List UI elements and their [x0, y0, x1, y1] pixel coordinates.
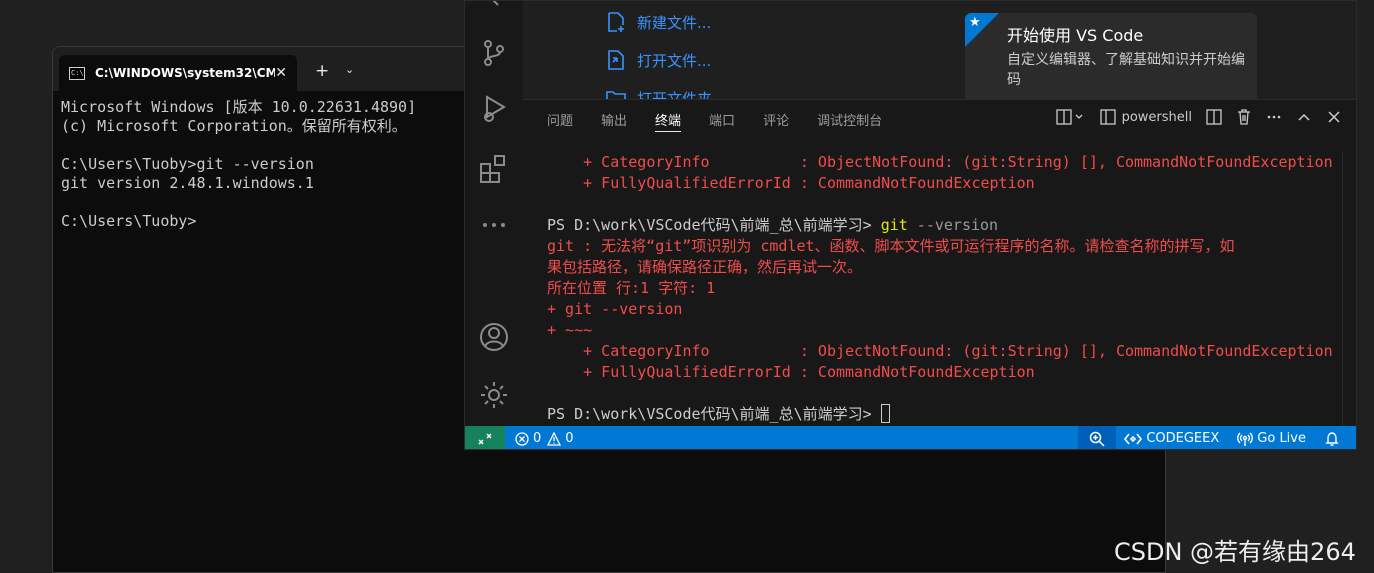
broadcast-icon [1237, 432, 1254, 446]
tab-output[interactable]: 输出 [601, 110, 627, 132]
prompt-path: PS D:\work\VSCode代码\前端_总\前端学习> [547, 405, 881, 423]
cmd-tab[interactable]: C:\ C:\WINDOWS\system32\CMD ✕ [59, 55, 297, 91]
panel-tabs: 问题 输出 终端 端口 评论 调试控制台 [547, 110, 910, 132]
go-live-button[interactable]: Go Live [1237, 431, 1306, 447]
terminal-line: + CategoryInfo : ObjectNotFound: (git:St… [547, 342, 1333, 360]
ellipsis-icon [1267, 115, 1281, 119]
codegeex-button[interactable]: CODEGEEX [1124, 431, 1219, 446]
terminal-cursor [880, 404, 890, 423]
split-layout-icon [1055, 109, 1083, 125]
command-args: --version [907, 216, 999, 234]
prompt-path: PS D:\work\VSCode代码\前端_总\前端学习> [547, 216, 881, 234]
split-terminal-button[interactable] [1206, 109, 1222, 125]
more-actions-button[interactable] [1266, 109, 1282, 125]
vscode-window: 新建文件... 打开文件... 打开文件夹... ★ 开始使用 VS Code … [464, 0, 1357, 450]
zoom-icon [1090, 431, 1105, 447]
chevron-down-icon[interactable]: ⌄ [345, 63, 354, 76]
terminal-prompt-line: PS D:\work\VSCode代码\前端_总\前端学习> [547, 404, 1333, 425]
codegeex-label: CODEGEEX [1146, 431, 1220, 446]
tab-debug-console[interactable]: 调试控制台 [817, 110, 882, 132]
new-file-label: 新建文件... [637, 13, 712, 32]
codegeex-icon [1124, 433, 1143, 444]
status-bar-right: CODEGEEX Go Live [1078, 426, 1356, 449]
go-live-label: Go Live [1257, 431, 1306, 446]
run-debug-icon[interactable] [478, 93, 510, 125]
problems-status[interactable]: 0 0 [515, 431, 574, 446]
kill-terminal-button[interactable] [1236, 109, 1252, 125]
terminal-line: + FullyQualifiedErrorId : CommandNotFoun… [547, 363, 1035, 381]
terminal-line: 所在位置 行:1 字符: 1 [547, 279, 716, 297]
panel-actions: powershell [1042, 109, 1342, 125]
new-file-icon [608, 12, 624, 32]
open-file-icon [608, 50, 624, 70]
tab-problems[interactable]: 问题 [547, 110, 573, 132]
star-icon: ★ [969, 15, 981, 30]
settings-gear-icon[interactable] [478, 379, 510, 411]
warning-count: 0 [565, 431, 574, 446]
walkthrough-description: 自定义编辑器、了解基础知识并开始编码 [1007, 52, 1245, 88]
close-icon[interactable]: ✕ [275, 65, 287, 81]
tab-terminal[interactable]: 终端 [655, 110, 682, 132]
terminal-shell-button[interactable]: powershell [1099, 109, 1192, 125]
split-terminal-icon [1206, 109, 1222, 125]
terminal-line: + CategoryInfo : ObjectNotFound: (git:St… [547, 153, 1333, 171]
status-bar: 0 0 CODEGEEX Go Live [465, 426, 1356, 449]
warning-icon [547, 431, 562, 446]
extensions-icon[interactable] [478, 153, 510, 185]
cmd-tab-title: C:\WINDOWS\system32\CMD [95, 66, 276, 80]
terminal-line: + FullyQualifiedErrorId : CommandNotFoun… [547, 174, 1035, 192]
maximize-panel-button[interactable] [1296, 109, 1312, 125]
explorer-icon[interactable] [478, 1, 510, 21]
tab-ports[interactable]: 端口 [709, 110, 735, 132]
terminal-shell-name: powershell [1121, 109, 1192, 125]
walkthrough-card[interactable]: ★ 开始使用 VS Code 自定义编辑器、了解基础知识并开始编码 [965, 13, 1257, 103]
bottom-panel: 问题 输出 终端 端口 评论 调试控制台 powershell + Catego… [523, 99, 1356, 427]
remote-button[interactable] [465, 426, 505, 449]
terminal-prompt-line: PS D:\work\VSCode代码\前端_总\前端学习> git --ver… [547, 215, 1333, 236]
activity-bar [465, 1, 523, 426]
terminal-panel-icon [1099, 109, 1116, 125]
new-tab-button[interactable]: + [315, 61, 329, 81]
chevron-up-icon [1298, 113, 1310, 121]
open-file-link[interactable]: 打开文件... [605, 49, 711, 71]
more-icon[interactable] [478, 209, 510, 241]
terminal-line: + ~~~ [547, 321, 593, 339]
error-icon [515, 431, 529, 446]
cmd-app-icon: C:\ [69, 66, 85, 80]
trash-icon [1238, 109, 1250, 125]
terminal-scrollbar[interactable] [1342, 152, 1356, 427]
terminal-output[interactable]: + CategoryInfo : ObjectNotFound: (git:St… [547, 152, 1333, 425]
tab-comments[interactable]: 评论 [763, 110, 789, 132]
bell-icon [1325, 431, 1339, 446]
terminal-line: + git --version [547, 300, 683, 318]
error-count: 0 [533, 431, 542, 446]
source-control-icon[interactable] [478, 37, 510, 69]
watermark: CSDN @若有缘由264 [1114, 538, 1356, 566]
terminal-line: git : 无法将“git”项识别为 cmdlet、函数、脚本文件或可运行程序的… [547, 237, 1235, 255]
account-icon[interactable] [478, 321, 510, 353]
close-icon [1328, 111, 1340, 123]
layout-dropdown-button[interactable] [1055, 109, 1086, 125]
terminal-line: 果包括路径，请确保路径正确，然后再试一次。 [547, 258, 863, 276]
notifications-button[interactable] [1324, 431, 1340, 447]
editor-welcome: 新建文件... 打开文件... 打开文件夹... ★ 开始使用 VS Code … [523, 1, 1356, 108]
open-file-label: 打开文件... [637, 51, 712, 70]
command-name: git [880, 216, 908, 234]
remote-icon [478, 432, 492, 445]
zoom-button[interactable] [1078, 426, 1117, 449]
new-file-link[interactable]: 新建文件... [605, 11, 711, 33]
close-panel-button[interactable] [1326, 109, 1342, 125]
walkthrough-title: 开始使用 VS Code [1007, 26, 1144, 45]
